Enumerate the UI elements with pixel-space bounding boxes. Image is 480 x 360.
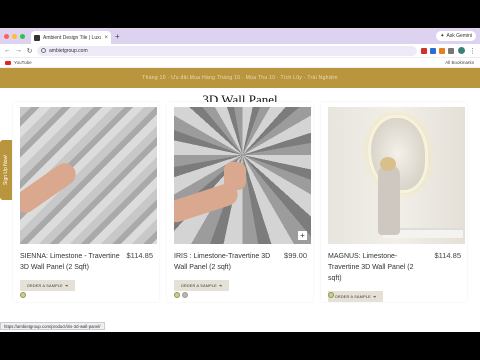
arrow-right-icon: ➜	[372, 295, 377, 299]
color-swatch[interactable]	[174, 292, 180, 298]
address-bar[interactable]: ambietgroup.com	[37, 45, 417, 56]
new-tab-button[interactable]: +	[115, 32, 120, 41]
person-hair-image	[380, 157, 396, 171]
product-price: $114.85	[434, 251, 461, 260]
product-card-sienna[interactable]: SIENNA: Limestone - Travertine 3D Wall P…	[13, 102, 159, 302]
order-sample-button[interactable]: ORDER A SAMPLE ➜	[20, 280, 75, 291]
minimize-window-icon[interactable]	[12, 33, 17, 39]
bookmark-youtube[interactable]: YouTube	[14, 60, 32, 65]
ask-gemini-button[interactable]: ✦ Ask Gemini	[436, 31, 476, 41]
order-sample-label: ORDER A SAMPLE	[334, 294, 371, 299]
profile-avatar[interactable]	[458, 47, 465, 54]
ask-gemini-label: Ask Gemini	[446, 33, 472, 39]
browser-tab[interactable]: Ambient Design Tile | Luxury ... ×	[31, 31, 111, 44]
close-tab-icon[interactable]: ×	[104, 35, 108, 41]
product-grid: SIENNA: Limestone - Travertine 3D Wall P…	[13, 102, 467, 302]
product-image[interactable]	[20, 107, 157, 244]
tab-bar: Ambient Design Tile | Luxury ... × + ✦ A…	[0, 28, 480, 44]
person-image	[378, 165, 400, 235]
order-sample-button[interactable]: ORDER A SAMPLE ➜	[328, 291, 383, 302]
menu-icon[interactable]: ⋮	[469, 47, 476, 55]
hand-image	[224, 162, 246, 190]
color-swatch[interactable]	[20, 292, 26, 298]
extension-icon[interactable]	[430, 47, 436, 54]
order-sample-label: ORDER A SAMPLE	[26, 283, 63, 288]
tab-title: Ambient Design Tile | Luxury ...	[43, 34, 101, 41]
extension-icon[interactable]	[439, 47, 445, 54]
product-image[interactable]	[328, 107, 465, 244]
extension-icon[interactable]	[421, 47, 427, 54]
arrow-right-icon: ➜	[218, 284, 223, 288]
status-bar-url: https://ambietgroup.com/product/iris-3d-…	[0, 322, 105, 330]
color-swatch[interactable]	[182, 292, 188, 298]
gemini-icon: ✦	[440, 33, 445, 39]
product-price: $114.85	[126, 251, 153, 260]
product-card-iris[interactable]: + IRIS : Limestone-Travertine 3D Wall Pa…	[167, 102, 313, 302]
product-card-magnus[interactable]: MAGNUS: Limestone- Travertine 3D Wall Pa…	[321, 102, 467, 302]
back-icon[interactable]: ←	[4, 47, 11, 54]
site-favicon-icon	[34, 34, 40, 41]
address-text: ambietgroup.com	[49, 47, 88, 54]
order-sample-button[interactable]: ORDER A SAMPLE ➜	[174, 280, 229, 291]
window-controls	[4, 33, 25, 39]
all-bookmarks[interactable]: All Bookmarks	[445, 60, 474, 65]
zoom-plus-icon[interactable]: +	[298, 231, 307, 240]
signup-side-tab[interactable]: Sign Up Now!	[0, 140, 12, 200]
product-price: $99.00	[284, 251, 307, 260]
bookmarks-bar: YouTube All Bookmarks	[0, 58, 480, 68]
maximize-window-icon[interactable]	[20, 33, 25, 39]
close-window-icon[interactable]	[4, 33, 9, 39]
forward-icon[interactable]: →	[15, 47, 22, 54]
puzzle-icon[interactable]	[448, 47, 454, 54]
youtube-icon	[5, 60, 11, 65]
order-sample-label: ORDER A SAMPLE	[180, 283, 217, 288]
promo-banner: Tháng 10 · Ưu đãi Mua Hàng Tháng 10 · Mù…	[0, 68, 480, 88]
product-name[interactable]: SIENNA: Limestone - Travertine 3D Wall P…	[20, 251, 120, 273]
product-name[interactable]: IRIS : Limestone-Travertine 3D Wall Pane…	[174, 251, 274, 273]
reload-icon[interactable]: ↻	[26, 47, 33, 55]
product-image[interactable]: +	[174, 107, 311, 244]
product-name[interactable]: MAGNUS: Limestone- Travertine 3D Wall Pa…	[328, 251, 428, 284]
extensions	[421, 47, 454, 54]
site-info-icon[interactable]	[41, 48, 46, 53]
color-swatch[interactable]	[328, 292, 334, 298]
hand-image	[20, 158, 80, 218]
address-bar-row: ← → ↻ ambietgroup.com ⋮	[0, 44, 480, 58]
arrow-right-icon: ➜	[64, 284, 69, 288]
